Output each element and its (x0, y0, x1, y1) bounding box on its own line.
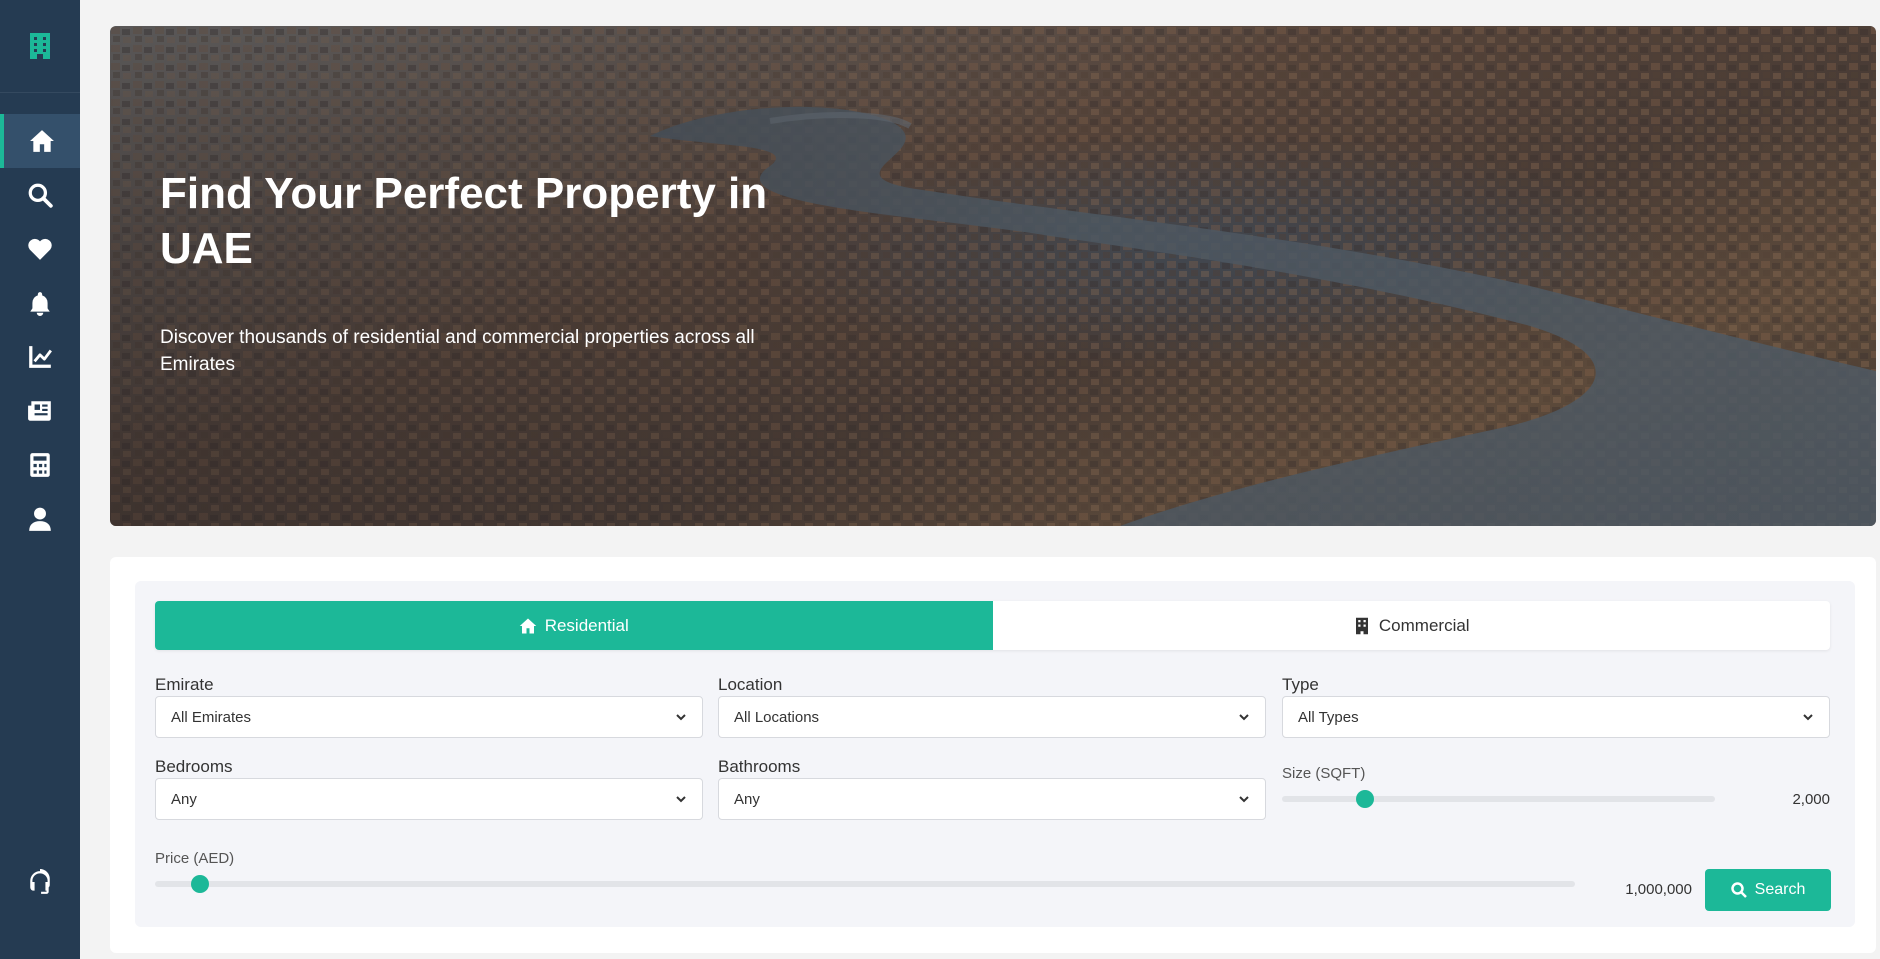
tab-commercial[interactable]: Commercial (993, 601, 1831, 650)
chevron-down-icon (1239, 714, 1249, 721)
sidebar-item-news[interactable] (0, 384, 80, 438)
hero-overlay (110, 26, 1876, 526)
bathrooms-value: Any (734, 790, 760, 808)
bedrooms-value: Any (171, 790, 197, 808)
sidebar-item-notifications[interactable] (0, 276, 80, 330)
size-label: Size (SQFT) (1282, 765, 1366, 782)
size-slider-thumb[interactable] (1355, 790, 1374, 808)
type-value: All Types (1298, 708, 1359, 726)
chevron-down-icon (1239, 796, 1249, 803)
search-icon (28, 183, 53, 208)
chart-line-icon (29, 346, 52, 368)
chevron-down-icon (676, 796, 686, 803)
sidebar-item-profile[interactable] (0, 492, 80, 546)
size-slider[interactable] (1282, 790, 1715, 808)
price-value: 1,000,000 (1625, 881, 1692, 898)
home-icon (519, 618, 536, 633)
user-icon (29, 507, 51, 531)
price-label: Price (AED) (155, 850, 235, 867)
hero-banner: Find Your Perfect Property in UAE Discov… (110, 26, 1876, 526)
price-slider[interactable] (155, 875, 1575, 893)
search-button-label: Search (1754, 881, 1806, 898)
size-value: 2,000 (1792, 791, 1830, 808)
bell-icon (30, 292, 50, 316)
tab-commercial-label: Commercial (1378, 615, 1470, 635)
search-button[interactable]: Search (1705, 869, 1831, 911)
property-type-tabs: Residential Commercial (155, 601, 1830, 650)
location-label: Location (718, 675, 783, 694)
search-panel: Residential Commercial Emirate All Emira… (110, 557, 1876, 953)
emirate-label: Emirate (155, 675, 214, 694)
building-icon (30, 33, 50, 59)
sidebar-item-favorites[interactable] (0, 222, 80, 276)
calculator-icon (30, 453, 50, 477)
tab-residential[interactable]: Residential (155, 601, 993, 650)
location-select[interactable]: All Locations (718, 696, 1266, 738)
type-select[interactable]: All Types (1282, 696, 1830, 738)
newspaper-icon (28, 401, 51, 421)
bedrooms-label: Bedrooms (155, 757, 233, 776)
tab-residential-label: Residential (544, 615, 629, 635)
home-icon (30, 130, 54, 152)
bathrooms-select[interactable]: Any (718, 778, 1266, 820)
hero-subtitle: Discover thousands of residential and co… (160, 327, 755, 375)
sidebar-item-home[interactable] (0, 114, 80, 168)
chevron-down-icon (676, 714, 686, 721)
emirate-value: All Emirates (171, 708, 252, 726)
logo[interactable] (0, 0, 80, 93)
chevron-down-icon (1803, 714, 1813, 721)
hero-title: Find Your Perfect Property in UAE (160, 169, 768, 273)
heart-icon (28, 238, 52, 260)
sidebar-item-calculator[interactable] (0, 438, 80, 492)
sidebar (0, 0, 80, 959)
sidebar-item-analytics[interactable] (0, 330, 80, 384)
location-value: All Locations (734, 708, 820, 726)
search-form: Residential Commercial Emirate All Emira… (135, 581, 1855, 927)
headset-icon (30, 869, 50, 894)
bathrooms-label: Bathrooms (718, 757, 801, 776)
sidebar-item-search[interactable] (0, 168, 80, 222)
emirate-select[interactable]: All Emirates (155, 696, 703, 738)
price-slider-thumb[interactable] (190, 875, 209, 893)
type-label: Type (1282, 675, 1319, 694)
sidebar-item-support[interactable] (0, 855, 80, 909)
bedrooms-select[interactable]: Any (155, 778, 703, 820)
building-icon (1355, 617, 1368, 634)
search-icon (1730, 882, 1747, 898)
